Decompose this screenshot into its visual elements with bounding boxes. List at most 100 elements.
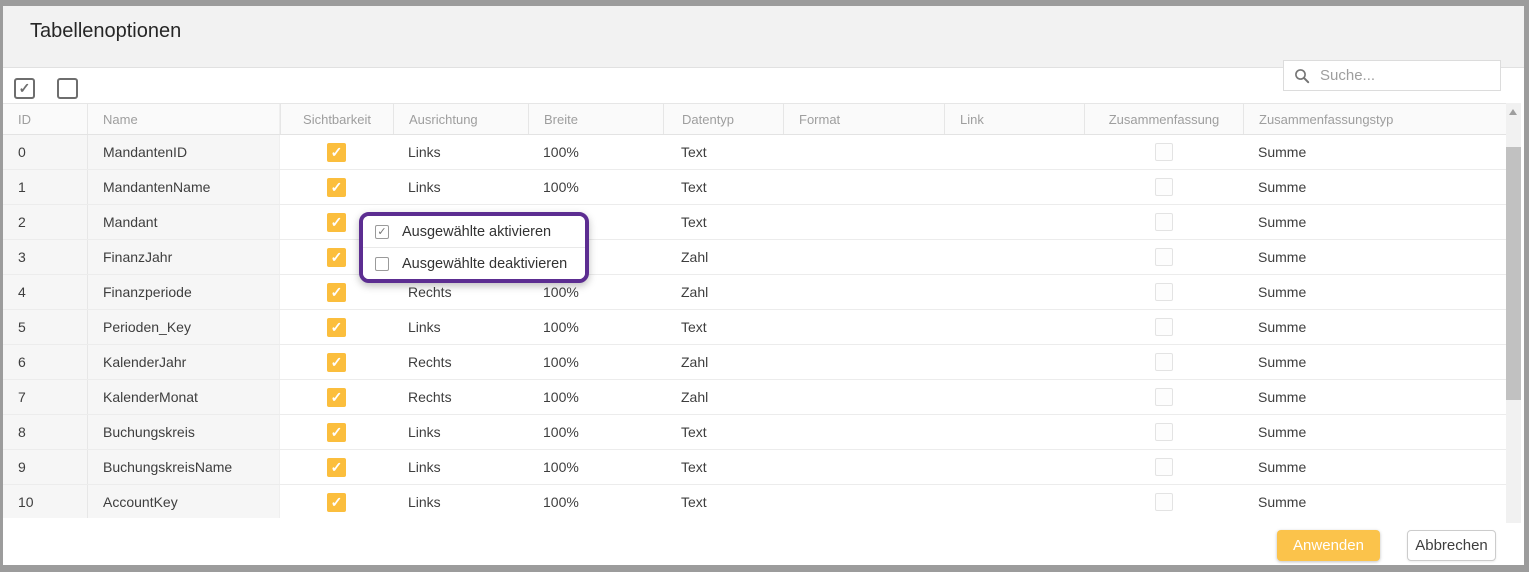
summary-checkbox[interactable]	[1155, 213, 1173, 231]
cell-link	[944, 345, 1084, 379]
cell-zusammenfassungstyp: Summe	[1243, 275, 1506, 309]
cell-sichtbarkeit: ✓	[280, 380, 393, 414]
cell-sichtbarkeit: ✓	[280, 135, 393, 169]
table-row: 1MandantenName✓Links100%TextSumme	[3, 170, 1506, 205]
cell-name: BuchungskreisName	[87, 450, 280, 484]
cell-link	[944, 240, 1084, 274]
table-row: 8Buchungskreis✓Links100%TextSumme	[3, 415, 1506, 450]
cell-zusammenfassung	[1084, 415, 1243, 449]
cell-sichtbarkeit: ✓	[280, 170, 393, 204]
visibility-checkbox[interactable]: ✓	[327, 458, 346, 477]
cell-id: 1	[3, 170, 87, 204]
summary-checkbox[interactable]	[1155, 388, 1173, 406]
cell-id: 5	[3, 310, 87, 344]
cell-datentyp: Text	[663, 135, 783, 169]
table-row: 10AccountKey✓Links100%TextSumme	[3, 485, 1506, 518]
table-body: 0MandantenID✓Links100%TextSumme1Mandante…	[3, 135, 1506, 518]
visibility-checkbox[interactable]: ✓	[327, 213, 346, 232]
summary-checkbox[interactable]	[1155, 178, 1173, 196]
empty-checkbox-icon	[375, 257, 389, 271]
summary-checkbox[interactable]	[1155, 423, 1173, 441]
cell-format	[783, 205, 944, 239]
visibility-checkbox[interactable]: ✓	[327, 423, 346, 442]
column-header-ausrichtung: Ausrichtung	[393, 104, 528, 134]
table-row: 4Finanzperiode✓Rechts100%ZahlSumme	[3, 275, 1506, 310]
checked-checkbox-icon: ✓	[375, 225, 389, 239]
cell-id: 7	[3, 380, 87, 414]
cell-sichtbarkeit: ✓	[280, 415, 393, 449]
cell-ausrichtung: Links	[393, 485, 528, 518]
cell-zusammenfassung	[1084, 310, 1243, 344]
table-row: 2Mandant✓TextSumme	[3, 205, 1506, 240]
uncheck-all-button[interactable]	[57, 78, 78, 99]
cell-zusammenfassungstyp: Summe	[1243, 485, 1506, 518]
cell-zusammenfassung	[1084, 240, 1243, 274]
cell-format	[783, 415, 944, 449]
visibility-checkbox[interactable]: ✓	[327, 388, 346, 407]
check-all-button[interactable]: ✓	[14, 78, 35, 99]
summary-checkbox[interactable]	[1155, 318, 1173, 336]
menu-item-activate-selected[interactable]: ✓ Ausgewählte aktivieren	[363, 216, 585, 247]
cell-format	[783, 170, 944, 204]
cell-zusammenfassung	[1084, 485, 1243, 518]
visibility-checkbox[interactable]: ✓	[327, 178, 346, 197]
menu-item-label: Ausgewählte aktivieren	[402, 224, 551, 240]
table-row: 6KalenderJahr✓Rechts100%ZahlSumme	[3, 345, 1506, 380]
cell-datentyp: Text	[663, 485, 783, 518]
visibility-checkbox[interactable]: ✓	[327, 493, 346, 512]
cell-format	[783, 345, 944, 379]
column-header-link: Link	[944, 104, 1084, 134]
cell-id: 0	[3, 135, 87, 169]
summary-checkbox[interactable]	[1155, 493, 1173, 511]
cell-datentyp: Zahl	[663, 240, 783, 274]
cell-sichtbarkeit: ✓	[280, 485, 393, 518]
cell-datentyp: Text	[663, 310, 783, 344]
search-input[interactable]	[1318, 66, 1490, 85]
cell-name: MandantenName	[87, 170, 280, 204]
visibility-checkbox[interactable]: ✓	[327, 353, 346, 372]
vertical-scrollbar[interactable]	[1506, 103, 1521, 523]
cell-zusammenfassungstyp: Summe	[1243, 415, 1506, 449]
cell-breite: 100%	[528, 380, 663, 414]
visibility-checkbox[interactable]: ✓	[327, 283, 346, 302]
summary-checkbox[interactable]	[1155, 283, 1173, 301]
scrollbar-thumb[interactable]	[1506, 147, 1521, 400]
cell-zusammenfassungstyp: Summe	[1243, 345, 1506, 379]
scroll-up-arrow-icon[interactable]	[1509, 109, 1517, 115]
summary-checkbox[interactable]	[1155, 143, 1173, 161]
cell-link	[944, 380, 1084, 414]
cell-name: Finanzperiode	[87, 275, 280, 309]
cell-breite: 100%	[528, 345, 663, 379]
cell-link	[944, 450, 1084, 484]
cell-sichtbarkeit: ✓	[280, 450, 393, 484]
cell-id: 6	[3, 345, 87, 379]
visibility-checkbox[interactable]: ✓	[327, 248, 346, 267]
cell-name: MandantenID	[87, 135, 280, 169]
cell-link	[944, 135, 1084, 169]
cell-id: 2	[3, 205, 87, 239]
cell-ausrichtung: Rechts	[393, 345, 528, 379]
cell-zusammenfassung	[1084, 450, 1243, 484]
summary-checkbox[interactable]	[1155, 458, 1173, 476]
summary-checkbox[interactable]	[1155, 248, 1173, 266]
cell-link	[944, 415, 1084, 449]
title-bar: Tabellenoptionen	[3, 6, 1524, 68]
table-header-row: IDNameSichtbarkeitAusrichtungBreiteDaten…	[3, 103, 1506, 135]
cell-id: 10	[3, 485, 87, 518]
menu-item-label: Ausgewählte deaktivieren	[402, 256, 567, 272]
visibility-checkbox[interactable]: ✓	[327, 318, 346, 337]
apply-button[interactable]: Anwenden	[1277, 530, 1380, 561]
cell-id: 8	[3, 415, 87, 449]
cell-breite: 100%	[528, 415, 663, 449]
cell-breite: 100%	[528, 170, 663, 204]
cell-name: Buchungskreis	[87, 415, 280, 449]
cell-name: KalenderJahr	[87, 345, 280, 379]
cell-name: Mandant	[87, 205, 280, 239]
cell-datentyp: Zahl	[663, 380, 783, 414]
cell-id: 4	[3, 275, 87, 309]
summary-checkbox[interactable]	[1155, 353, 1173, 371]
menu-item-deactivate-selected[interactable]: Ausgewählte deaktivieren	[363, 247, 585, 279]
cancel-button[interactable]: Abbrechen	[1407, 530, 1496, 561]
search-box	[1283, 60, 1501, 91]
visibility-checkbox[interactable]: ✓	[327, 143, 346, 162]
